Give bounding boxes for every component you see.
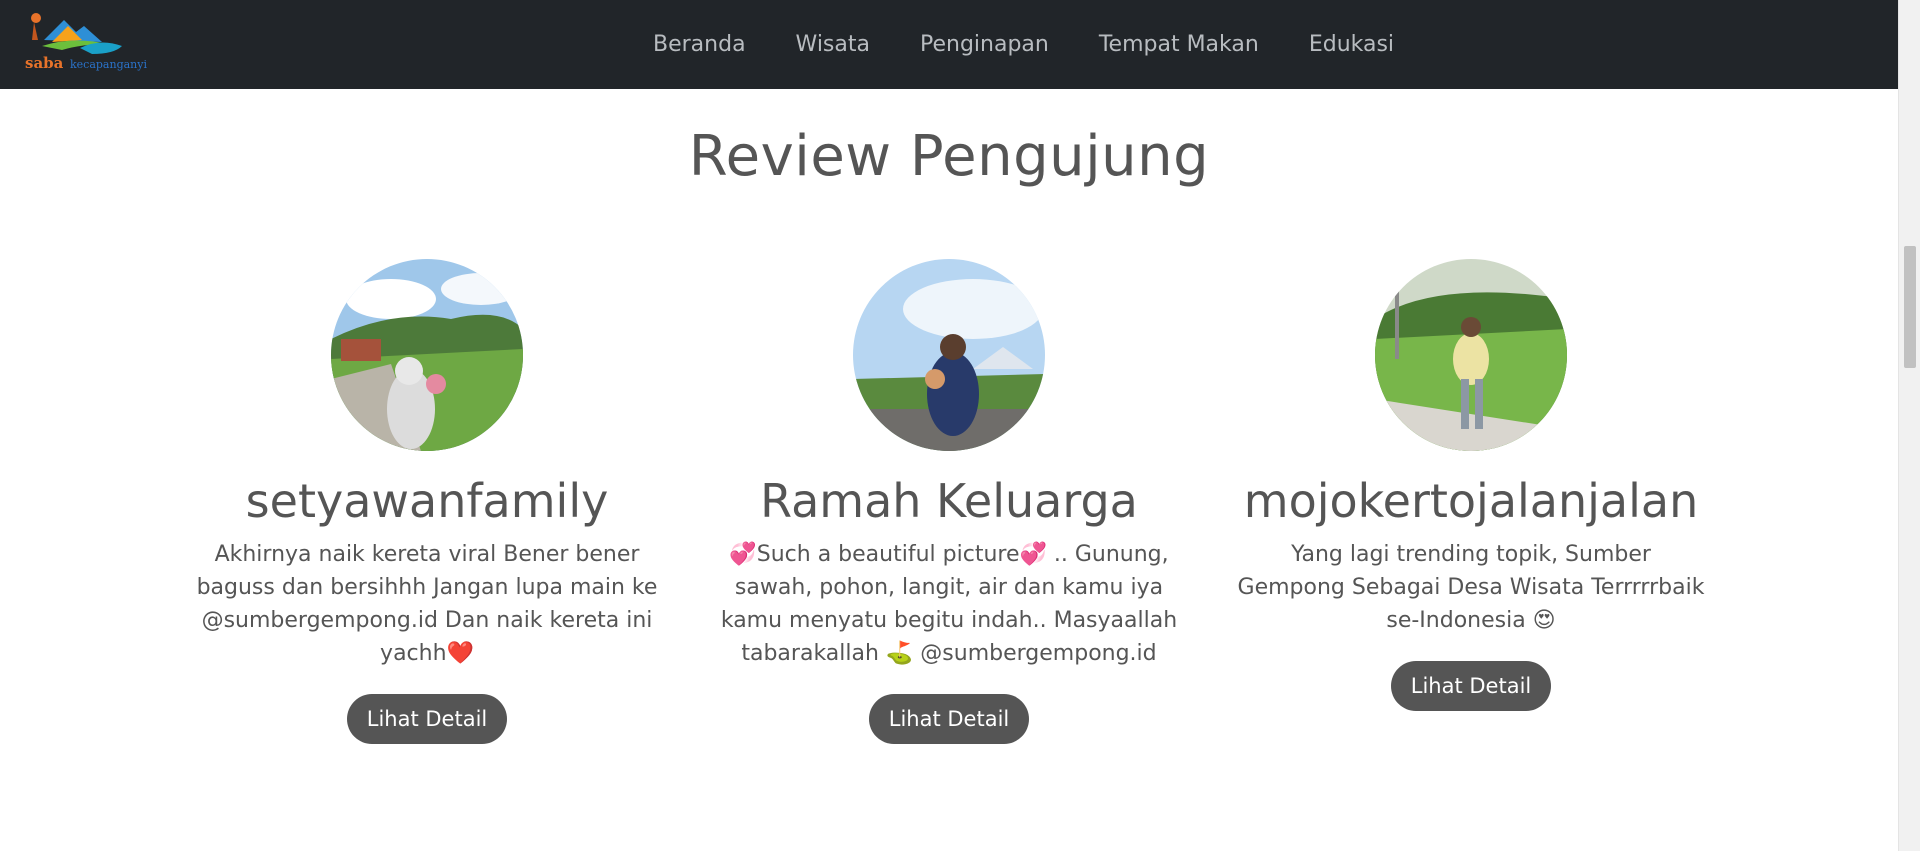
logo-text: saba bbox=[25, 54, 64, 72]
detail-button[interactable]: Lihat Detail bbox=[868, 694, 1030, 744]
page-scrollbar[interactable] bbox=[1898, 0, 1920, 851]
nav-item-edukasi[interactable]: Edukasi bbox=[1309, 32, 1394, 57]
reviewer-avatar bbox=[331, 259, 523, 451]
scrollbar-thumb[interactable] bbox=[1904, 246, 1916, 368]
nav-item-wisata[interactable]: Wisata bbox=[796, 32, 870, 57]
review-text: Akhirnya naik kereta viral Bener bener b… bbox=[196, 542, 658, 666]
review-text: Yang lagi trending topik, Sumber Gempong… bbox=[1237, 542, 1705, 633]
review-card: setyawanfamily Akhirnya naik kereta vira… bbox=[187, 259, 667, 744]
logo-subtext: kecapanganyi bbox=[70, 58, 147, 71]
reviewer-avatar bbox=[853, 259, 1045, 451]
review-text: 💞Such a beautiful picture💞 .. Gunung, sa… bbox=[720, 542, 1178, 666]
review-card: mojokertojalanjalan Yang lagi trending t… bbox=[1231, 259, 1711, 711]
review-card: Ramah Keluarga 💞Such a beautiful picture… bbox=[709, 259, 1189, 744]
reviewer-name: setyawanfamily bbox=[245, 474, 609, 528]
reviewer-name: Ramah Keluarga bbox=[760, 474, 1138, 528]
detail-button[interactable]: Lihat Detail bbox=[346, 694, 508, 744]
section-title: Review Pengujung bbox=[688, 124, 1210, 189]
nav-item-penginapan[interactable]: Penginapan bbox=[920, 32, 1049, 57]
detail-button[interactable]: Lihat Detail bbox=[1390, 661, 1552, 711]
nav-menu: Beranda Wisata Penginapan Tempat Makan E… bbox=[653, 0, 1444, 89]
nav-item-beranda[interactable]: Beranda bbox=[653, 32, 746, 57]
reviewer-name: mojokertojalanjalan bbox=[1243, 474, 1699, 528]
nav-item-tempat-makan[interactable]: Tempat Makan bbox=[1099, 32, 1259, 57]
navbar: saba kecapanganyi Beranda Wisata Pengina… bbox=[0, 0, 1898, 89]
site-logo[interactable]: saba kecapanganyi bbox=[22, 10, 152, 74]
reviewer-avatar bbox=[1375, 259, 1567, 451]
